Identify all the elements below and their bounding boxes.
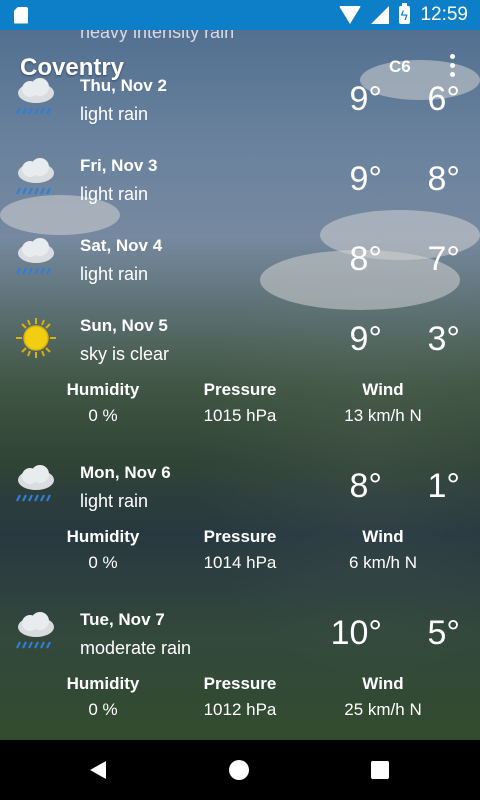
humidity-value: 0 % [88, 406, 118, 425]
wind-label: Wind [362, 380, 404, 399]
wifi-icon [339, 6, 362, 24]
day-low-temp: 7° [427, 240, 460, 278]
day-description: light rain [80, 184, 149, 204]
status-clock: 12:59 [420, 4, 468, 25]
sensor-badge[interactable]: C6 [389, 57, 411, 77]
day-description: light rain [80, 104, 149, 124]
navigation-bar [0, 740, 480, 800]
humidity-block: Humidity 0 % [33, 380, 173, 426]
humidity-label: Humidity [66, 527, 140, 546]
day-date: Sat, Nov 4 [80, 236, 163, 255]
humidity-block: Humidity 0 % [33, 674, 173, 720]
wind-value: 6 km/h N [348, 553, 418, 572]
wind-block: Wind 6 km/h N [313, 527, 453, 573]
rain-cloud-icon [16, 158, 54, 195]
day-description: moderate rain [80, 638, 192, 658]
pressure-value: 1014 hPa [203, 553, 277, 572]
recents-icon[interactable] [371, 761, 389, 779]
day-low-temp: 1° [427, 467, 460, 505]
pressure-value: 1012 hPa [203, 700, 277, 719]
pressure-block: Pressure 1012 hPa [170, 674, 310, 720]
day-description: sky is clear [80, 344, 170, 364]
day-low-temp: 5° [427, 614, 460, 652]
humidity-label: Humidity [66, 674, 140, 693]
day-date: Fri, Nov 3 [80, 156, 158, 175]
wind-value: 13 km/h N [344, 406, 422, 425]
humidity-block: Humidity 0 % [33, 527, 173, 573]
humidity-label: Humidity [66, 380, 140, 399]
day-details: Humidity 0 % Pressure 1015 hPa Wind 13 k… [0, 380, 480, 430]
cell-signal-icon [371, 6, 390, 24]
status-bar: 12:59 [0, 0, 480, 30]
battery-charging-icon [399, 3, 411, 24]
rain-cloud-icon [16, 238, 54, 275]
home-icon[interactable] [229, 760, 249, 780]
sun-icon [16, 318, 56, 358]
rain-cloud-icon [16, 465, 54, 502]
sd-card-icon [14, 6, 28, 24]
day-details: Humidity 0 % Pressure 1014 hPa Wind 6 km… [0, 527, 480, 577]
day-date: Sun, Nov 5 [80, 316, 168, 335]
day-low-temp: 8° [427, 160, 460, 198]
pressure-block: Pressure 1015 hPa [170, 380, 310, 426]
day-date: Tue, Nov 7 [80, 610, 165, 629]
day-high-temp: 10° [330, 614, 382, 652]
overflow-menu-icon[interactable] [444, 54, 460, 78]
rain-cloud-icon [16, 612, 54, 649]
day-description: light rain [80, 264, 149, 284]
day-high-temp: 9° [349, 320, 382, 358]
humidity-value: 0 % [88, 553, 118, 572]
day-high-temp: 8° [349, 240, 382, 278]
forecast-list[interactable]: heavy intensity rain Thu, Nov 2 light ra… [0, 0, 480, 740]
pressure-label: Pressure [203, 527, 277, 546]
day-date: Mon, Nov 6 [80, 463, 171, 482]
day-details: Humidity 0 % Pressure 1012 hPa Wind 25 k… [0, 674, 480, 724]
city-title: Coventry [20, 54, 125, 81]
pressure-value: 1015 hPa [203, 406, 277, 425]
day-low-temp: 3° [427, 320, 460, 358]
pressure-label: Pressure [203, 380, 277, 399]
humidity-value: 0 % [88, 700, 118, 719]
day-high-temp: 8° [349, 467, 382, 505]
back-icon[interactable] [90, 761, 106, 779]
wind-block: Wind 13 km/h N [313, 380, 453, 426]
wind-value: 25 km/h N [344, 700, 422, 719]
day-description: light rain [80, 491, 149, 511]
pressure-block: Pressure 1014 hPa [170, 527, 310, 573]
wind-label: Wind [362, 527, 404, 546]
app-bar: Coventry C6 [0, 30, 480, 100]
day-high-temp: 9° [349, 160, 382, 198]
pressure-label: Pressure [203, 674, 277, 693]
wind-block: Wind 25 km/h N [313, 674, 453, 720]
wind-label: Wind [362, 674, 404, 693]
